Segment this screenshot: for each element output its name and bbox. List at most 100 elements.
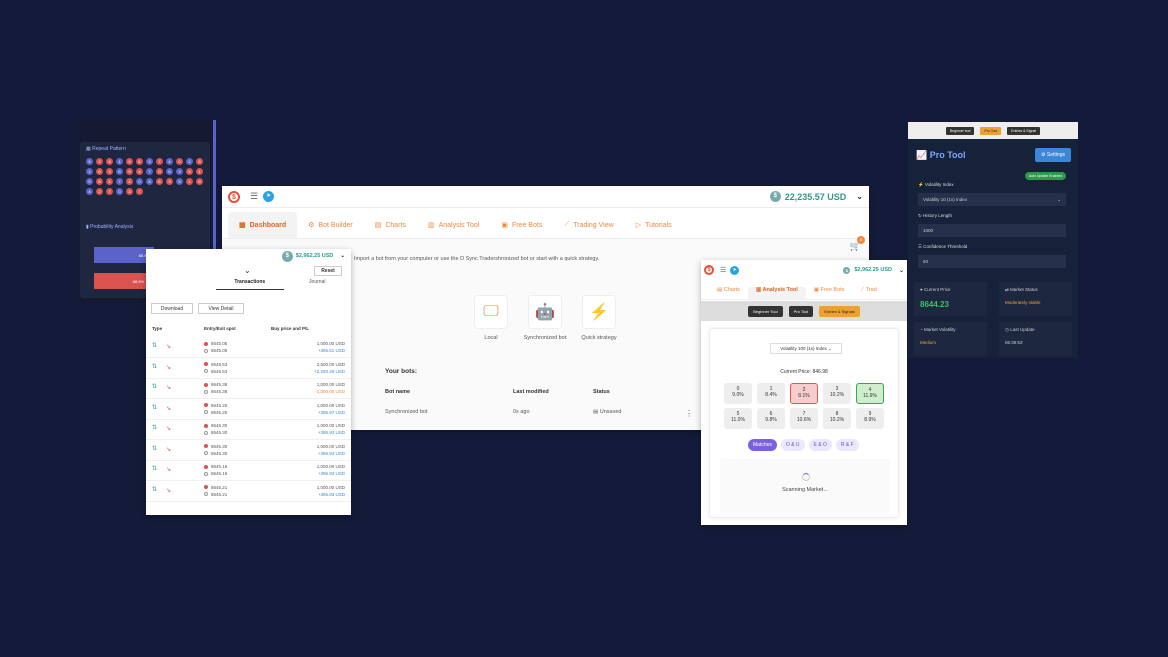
lightning-icon: ⚡	[582, 295, 616, 329]
coin-icon: $	[281, 250, 293, 262]
bot-name-cell[interactable]: Synchronized bot	[385, 409, 428, 415]
matches-pill[interactable]: Matches	[748, 439, 777, 451]
pro-tool-switcher: Beginner tool Pro Tool Entries & Signal	[908, 122, 1078, 139]
tab-charts[interactable]: ▤ Charts	[709, 287, 748, 299]
beginner-tool-button[interactable]: Beginner Tool	[748, 305, 783, 317]
exit-spot: 8645.30	[204, 430, 227, 435]
reset-button[interactable]: Reset	[314, 266, 342, 276]
probability-title: Probability Analysis	[90, 224, 134, 230]
digit-cell[interactable]: 0 9.0%	[724, 383, 752, 404]
scanning-box: Scanning Market...	[720, 459, 890, 513]
profit-loss: +395.51 USD	[317, 348, 345, 353]
pattern-ball: 6	[136, 158, 143, 165]
quick-strategy-option[interactable]: ⚡ Quick strategy	[574, 295, 624, 341]
transaction-row[interactable]: ⇅ ↘ 8645.38 8645.38 1,000.00 USD -1,000.00 US…	[146, 379, 351, 399]
digit-cell[interactable]: 4 11.9%	[856, 383, 884, 404]
synchronized-bot-option[interactable]: 🤖 Synchronized bot	[520, 295, 570, 341]
transaction-row[interactable]: ⇅ ↘ 8645.53 8645.53 2,500.00 USD +2,293.29 US…	[146, 359, 351, 379]
telegram-icon[interactable]: ➤	[730, 265, 740, 275]
pattern-ball: 8	[146, 178, 153, 185]
profit-loss: +395.93 USD	[317, 430, 345, 435]
even-odd-pill[interactable]: E & O	[808, 439, 832, 451]
tab-analysis-tool[interactable]: ▥ Analysis Tool	[747, 287, 806, 299]
tab-tutorials[interactable]: ▷ Tutorials	[625, 221, 683, 238]
cart-badge: 0	[857, 236, 865, 244]
account-balance[interactable]: $ 22,235.57 USD ⌄	[769, 191, 863, 202]
analysis-icon: ▥	[427, 222, 435, 229]
exit-spot: 8645.21	[204, 492, 227, 497]
last-update-box: ◷ Last Update 06:39:53	[999, 322, 1072, 356]
pro-tool-button[interactable]: Pro Tool	[788, 305, 814, 317]
chevron-down-icon[interactable]: ⌄	[899, 267, 904, 274]
transaction-row[interactable]: ⇅ ↘ 8645.21 8645.21 1,000.00 USD +395.93 USD	[146, 482, 351, 502]
tab-charts[interactable]: ▤ Charts	[364, 221, 417, 238]
entries-signal-button[interactable]: Entries & Signal	[1007, 126, 1041, 135]
contract-type-icon: ⇅	[152, 425, 158, 431]
analysis-tabs: ▤ Charts ▥ Analysis Tool ▣ Free Bots ⟋ T…	[701, 278, 907, 300]
transaction-row[interactable]: ⇅ ↘ 8645.30 8645.30 1,000.00 USD +395.93 USD	[146, 420, 351, 440]
market-status-value: Moderately stable	[1005, 300, 1041, 305]
analysis-balance[interactable]: $ $2,962.25 USD ⌄	[843, 266, 904, 274]
entry-spot: 8645.21	[204, 485, 227, 490]
transaction-row[interactable]: ⇅ ↘ 8645.25 8645.25 1,000.00 USD +395.97 USD	[146, 400, 351, 420]
settings-button[interactable]: ⚙ Settings	[1035, 148, 1071, 162]
tab-journal[interactable]: Journal	[284, 279, 352, 290]
exit-spot: 8645.05	[204, 348, 227, 353]
digit-cell[interactable]: 6 9.8%	[757, 408, 785, 429]
digit-cell[interactable]: 8 10.2%	[823, 408, 851, 429]
main-tabs: ▦ Dashboard ⚙ Bot Builder ▤ Charts ▥ Analysi…	[222, 208, 869, 238]
view-detail-button[interactable]: View Detail	[198, 303, 244, 314]
tab-free-bots[interactable]: ▣ Free Bots	[490, 221, 553, 238]
history-input[interactable]: 1000	[918, 224, 1066, 237]
transaction-row[interactable]: ⇅ ↘ 8645.05 8645.05 1,000.00 USD +395.51 USD	[146, 338, 351, 358]
menu-icon[interactable]: ☰	[250, 191, 258, 202]
volatility-select[interactable]: Volatility 10 (1s) Index ⌄	[918, 193, 1066, 206]
pattern-ball: 2	[96, 188, 103, 195]
tab-trading-view[interactable]: ⟋ Trading View	[553, 221, 624, 238]
entries-signals-button[interactable]: Entries & Signals	[819, 305, 860, 317]
puzzle-icon: ⚙	[308, 222, 315, 229]
tab-bot-builder[interactable]: ⚙ Bot Builder	[297, 221, 364, 238]
entry-spot: 8645.16	[204, 464, 227, 469]
digit-cell[interactable]: 1 8.4%	[757, 383, 785, 404]
digit-cell[interactable]: 3 10.2%	[823, 383, 851, 404]
over-under-pill[interactable]: O & U	[780, 439, 805, 451]
tab-trading[interactable]: ⟋ Trad	[852, 287, 884, 299]
tab-free-bots[interactable]: ▣ Free Bots	[806, 287, 853, 299]
pattern-ball: 3	[146, 158, 153, 165]
chevron-down-icon[interactable]: ⌄	[340, 253, 345, 259]
telegram-icon[interactable]: ➤	[263, 191, 275, 202]
more-icon[interactable]: ⋮	[685, 409, 693, 418]
beginner-tool-button[interactable]: Beginner tool	[945, 126, 975, 135]
confidence-input[interactable]: 50	[918, 255, 1066, 268]
digit-cell[interactable]: 2 8.1%	[790, 383, 818, 404]
local-option[interactable]: 🖵 Local	[466, 295, 516, 341]
download-button[interactable]: Download	[151, 303, 193, 314]
trend-down-icon: ↘	[166, 426, 172, 432]
chevron-down-icon[interactable]: ⌄	[856, 192, 863, 201]
rise-fall-pill[interactable]: R & F	[835, 439, 859, 451]
pattern-ball: 6	[116, 168, 123, 175]
transaction-row[interactable]: ⇅ ↘ 8645.30 8645.30 1,000.00 USD +395.93 USD	[146, 441, 351, 461]
trend-down-icon: ↘	[166, 405, 172, 412]
menu-icon[interactable]: ☰	[720, 266, 726, 274]
exit-spot: 8645.25	[204, 410, 227, 415]
probability-bar-2: 88.9%	[94, 273, 148, 289]
digit-cell[interactable]: 7 10.6%	[790, 408, 818, 429]
collapse-chevron-icon[interactable]: ⌄	[244, 266, 251, 275]
transactions-balance[interactable]: $ $2,962.25 USD ⌄	[216, 249, 351, 263]
digit-cell[interactable]: 9 8.9%	[856, 408, 884, 429]
pattern-ball: 3	[176, 168, 183, 175]
trend-icon: 📈	[916, 150, 930, 160]
digit-cell[interactable]: 5 11.0%	[724, 408, 752, 429]
tab-dashboard[interactable]: ▦ Dashboard	[228, 212, 298, 238]
profit-loss: +395.93 USD	[317, 491, 345, 497]
pro-tool-button[interactable]: Pro Tool	[980, 126, 1002, 135]
tab-transactions[interactable]: Transactions	[216, 279, 284, 290]
trend-down-icon: ↘	[166, 467, 172, 473]
your-bots-heading: Your bots:	[385, 368, 418, 375]
trend-down-icon: ↘	[166, 364, 172, 371]
tab-analysis-tool[interactable]: ▥ Analysis Tool	[417, 221, 490, 238]
transaction-row[interactable]: ⇅ ↘ 8645.16 8645.16 1,000.00 USD +395.93 USD	[146, 461, 351, 481]
index-select[interactable]: Volatility 100 (1s) Index ⌄	[770, 343, 842, 354]
